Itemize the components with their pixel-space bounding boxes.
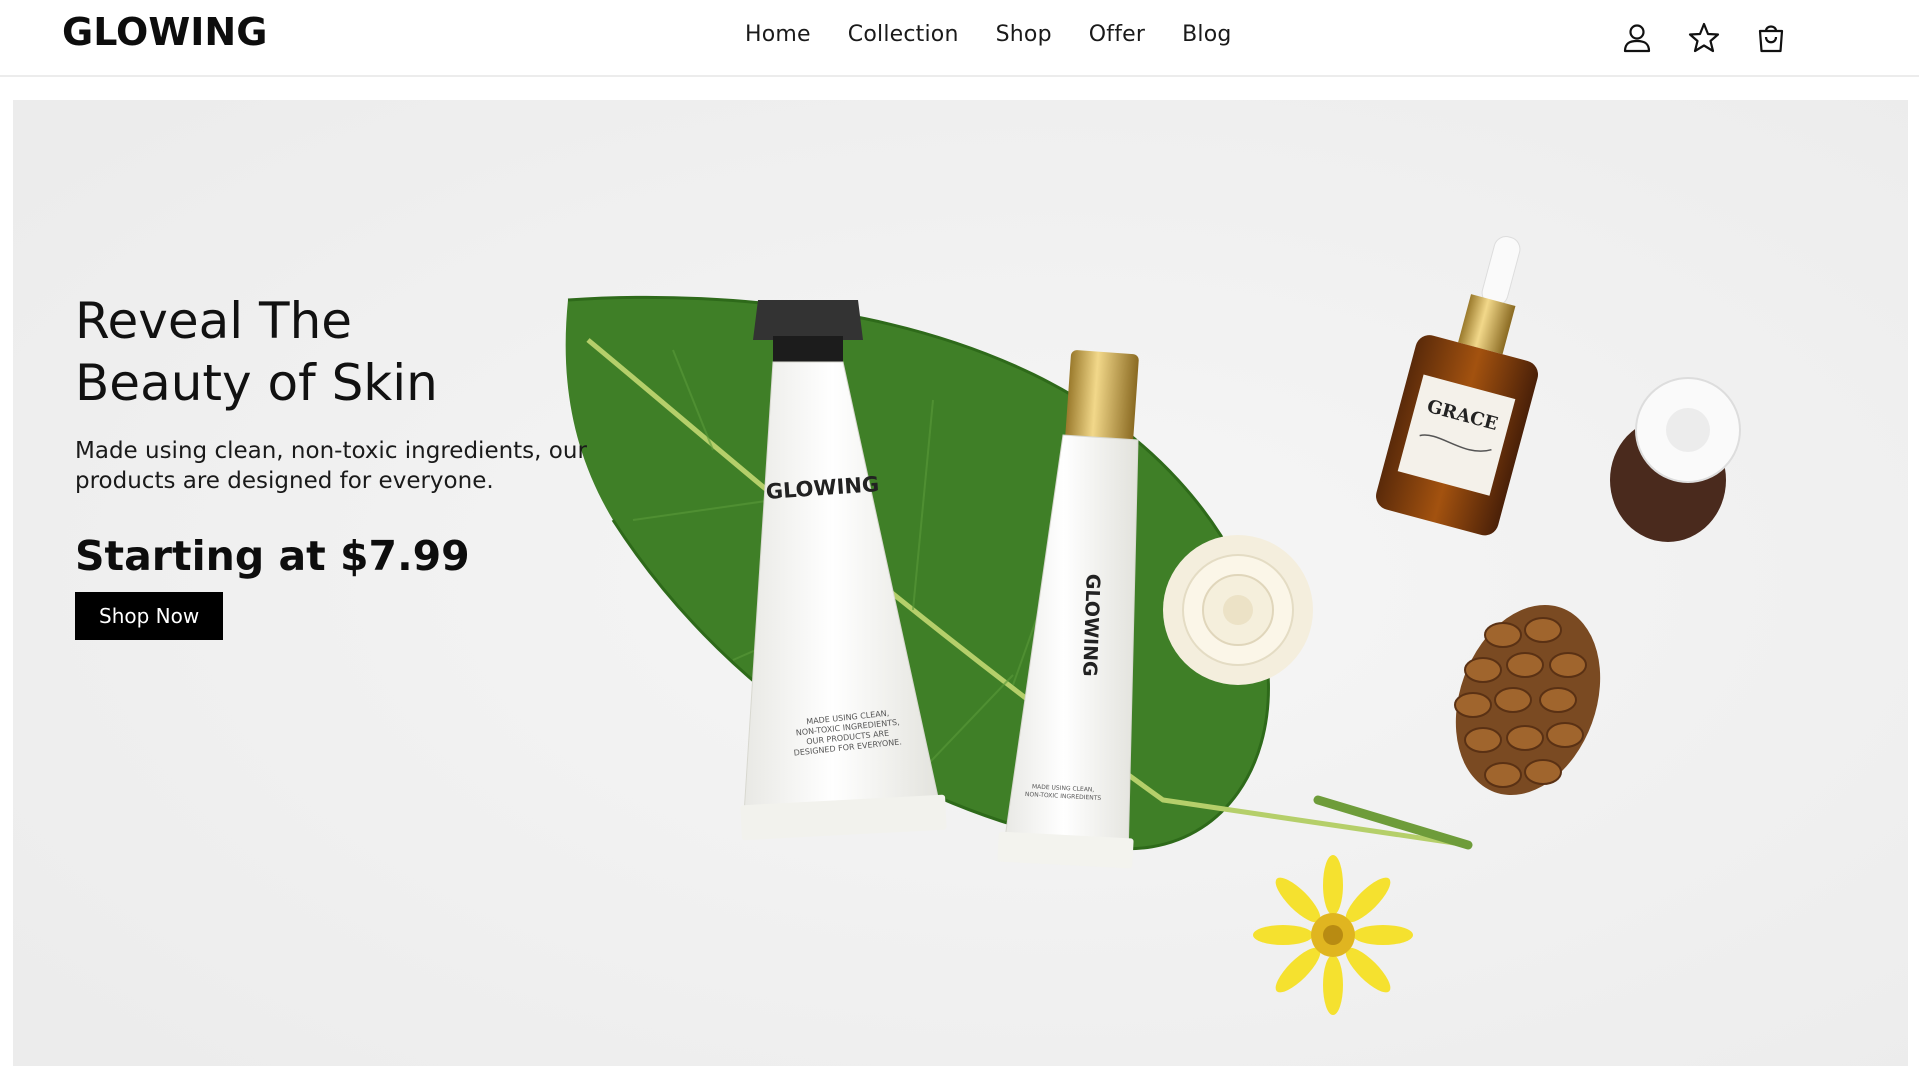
- user-icon: [1623, 24, 1651, 53]
- nav-item-blog[interactable]: Blog: [1182, 22, 1231, 47]
- hero-price: Starting at $7.99: [75, 532, 470, 580]
- nav-item-home[interactable]: Home: [745, 22, 811, 47]
- main-nav: Home Collection Shop Offer Blog: [745, 22, 1269, 47]
- hero-headline: Reveal The Beauty of Skin: [75, 290, 675, 414]
- header-actions: [1619, 20, 1919, 56]
- hero-banner: GLOWING MADE USING CLEAN, NON-TOXIC INGR…: [13, 100, 1908, 1066]
- hero-headline-line2: Beauty of Skin: [75, 354, 438, 412]
- account-button[interactable]: [1619, 20, 1655, 56]
- nav-item-shop[interactable]: Shop: [996, 22, 1052, 47]
- nav-item-offer[interactable]: Offer: [1089, 22, 1145, 47]
- yellow-flower: [1253, 855, 1413, 1015]
- svg-text:GLOWING: GLOWING: [1078, 574, 1104, 677]
- hero-content: Reveal The Beauty of Skin Made using cle…: [75, 290, 675, 640]
- brand-logo[interactable]: GLOWING: [62, 10, 267, 54]
- wishlist-button[interactable]: [1686, 20, 1722, 56]
- star-icon: [1688, 22, 1720, 53]
- shop-now-button[interactable]: Shop Now: [75, 592, 224, 640]
- cart-button[interactable]: [1753, 20, 1789, 56]
- shopping-bag-icon: [1758, 25, 1784, 53]
- hero-headline-line1: Reveal The: [75, 292, 353, 350]
- nav-item-collection[interactable]: Collection: [848, 22, 959, 47]
- site-header: GLOWING Home Collection Shop Offer Blog: [0, 0, 1919, 77]
- hero-description: Made using clean, non-toxic ingredients,…: [75, 438, 587, 494]
- white-flower: [1163, 535, 1313, 685]
